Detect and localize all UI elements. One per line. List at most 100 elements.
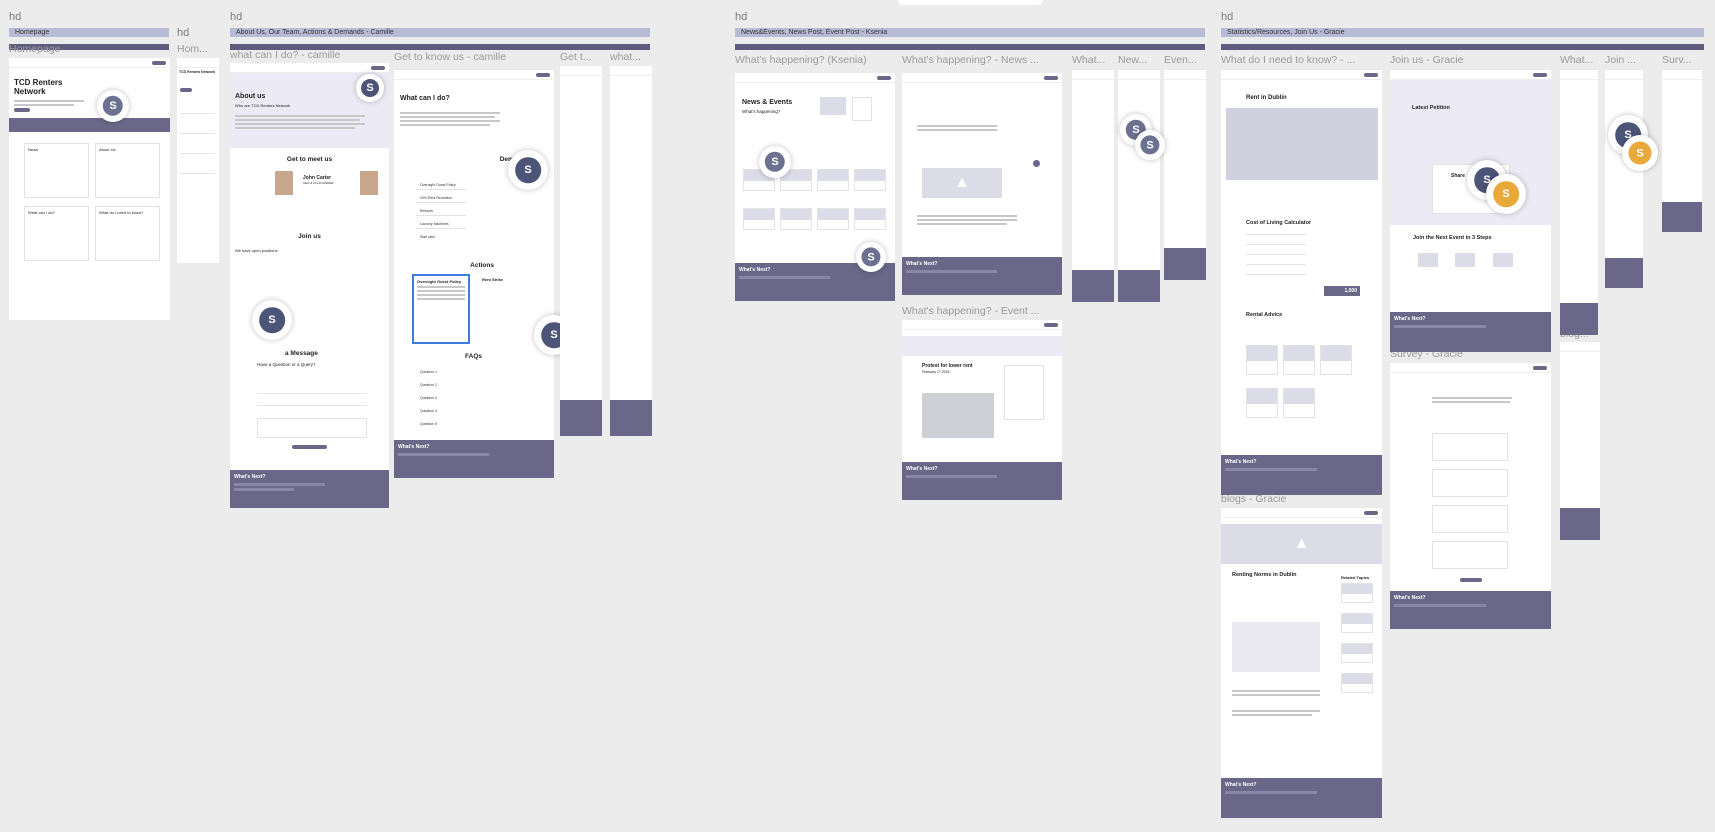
survey-frame[interactable]: What's Next? [1390,363,1551,629]
survey-submit[interactable] [1460,578,1482,582]
about-subtitle: Who are TCD Renters Network [235,103,291,108]
news-subtitle: What's happening? [742,109,781,114]
scroll-dot[interactable] [1033,160,1040,167]
frame-label[interactable]: What's happening? - News ... [902,54,1062,66]
collaborator-avatar[interactable]: S [759,146,791,178]
faq-item[interactable]: Question 5 [420,422,437,426]
action-card-selected[interactable]: Overnight Guest Policy [412,274,470,344]
section-bar-line [1221,44,1704,50]
advice-title: Rental Advice [1246,312,1283,318]
collaborator-avatar[interactable]: S [97,90,129,122]
related-title: Related Topics [1341,575,1370,580]
frame-label[interactable]: What... [1072,54,1112,66]
mobile-frame[interactable] [560,66,602,436]
mobile-frame[interactable] [1605,70,1643,288]
frame-label[interactable]: Surv... [1662,54,1700,66]
event-date: February 17 2024 [922,370,950,374]
mobile-frame[interactable] [610,66,652,436]
card-what-do-i-need[interactable]: What do I need to know? [95,206,160,261]
blog-hero: ▲ [1221,524,1382,564]
news-title: News & Events [742,99,793,106]
action-card[interactable]: Rent Strike [482,277,503,282]
section-bar-homepage[interactable]: Homepage [9,28,169,37]
collaborator-avatar[interactable]: S [252,300,292,340]
know-frame[interactable]: Rent in Dublin Cost of Living Calculator… [1221,70,1382,495]
event-title: Protest for lower rent [922,363,973,369]
section-bar-news[interactable]: News&Events, News Post, Event Post - Kse… [735,28,1205,37]
mobile-frame[interactable] [1164,70,1206,280]
frame-label[interactable]: Hom... [177,43,219,55]
team-photo [275,171,293,195]
frame-label[interactable]: Join us - Gracie [1390,54,1550,66]
mobile-frame[interactable] [1118,70,1160,302]
whatcan-title: What can I do? [400,95,450,102]
frame-label[interactable]: What... [1560,54,1598,66]
collaborator-avatar[interactable]: S [508,150,548,190]
rent-title: Rent in Dublin [1246,95,1287,101]
mobile-frame[interactable] [1662,70,1702,232]
section-bar-resources[interactable]: Statistics/Resources, Join Us - Gracie [1221,28,1704,37]
message-title: a Message [285,350,318,357]
frame-label[interactable]: What's happening? - Event ... [902,305,1062,317]
hero-button[interactable] [14,108,30,112]
collaborator-avatar[interactable]: S [856,242,886,272]
faq-item[interactable]: Question 3 [420,396,437,400]
join-frame[interactable]: Latest Petition Share Join the Next Even… [1390,70,1551,352]
section-tag: hd [177,27,190,39]
latest-title: Latest Petition [1412,105,1450,111]
faq-item[interactable]: Question 4 [420,409,437,413]
about-frame[interactable]: About us Who are TCD Renters Network Get… [230,63,389,508]
homepage-mobile-frame[interactable]: TCD Renters Network [177,58,219,263]
mobile-frame[interactable] [1560,70,1598,335]
event-map[interactable] [922,393,994,438]
frame-label[interactable]: New... [1118,54,1158,66]
nav-bar [9,58,170,68]
nav-button[interactable] [877,75,891,80]
collaborator-avatar[interactable]: S [1486,174,1526,214]
homepage-frame[interactable]: TCD Renters Network News About Us What c… [9,58,170,320]
event-post-frame[interactable]: Protest for lower rent February 17 2024 … [902,320,1062,500]
section-bar-line [735,44,1205,50]
demand-item[interactable]: 20% Rent Reduction [420,196,452,200]
card-about[interactable]: About Us [95,143,160,198]
demand-item[interactable]: Laundry Machines [420,222,449,226]
faqs-title: FAQs [465,353,482,360]
card-news[interactable]: News [24,143,89,198]
frame-label[interactable]: Even... [1164,54,1204,66]
nav-button[interactable] [371,65,385,70]
blog-image [1232,622,1320,672]
card-what-can-i-do[interactable]: What can I do? [24,206,89,261]
canvas-scroll-indicator[interactable] [898,0,1043,5]
about-title: About us [235,93,266,100]
mobile-frame[interactable] [1560,342,1600,540]
demand-item[interactable]: Refunds [420,209,433,213]
news-image [820,97,846,115]
frame-label[interactable]: What's happening? (Ksenia) [735,54,895,66]
collaborator-avatar[interactable]: S [1135,130,1165,160]
frame-label[interactable]: what can I do? - camille [230,49,390,61]
section-bar-about[interactable]: About Us, Our Team, Actions & Demands - … [230,28,650,37]
frame-label[interactable]: Homepage [9,43,69,55]
mobile-frame[interactable] [1072,70,1114,302]
frame-label[interactable]: Get to know us - camille [394,51,554,63]
demand-item[interactable]: Overnight Guest Policy [420,183,456,187]
submit-button[interactable] [292,445,327,449]
news-post-frame[interactable]: ▲ What's Next? [902,73,1062,295]
frame-label[interactable]: Get t... [560,51,602,63]
frame-label[interactable]: what... [610,51,650,63]
section-tag: hd [735,11,748,23]
faq-item[interactable]: Question 1 [420,370,437,374]
collaborator-avatar[interactable]: S [1622,135,1658,171]
blog-frame[interactable]: ▲ Renting Norms in Dublin Related Topics… [1221,508,1382,818]
frame-label[interactable]: Join ... [1605,54,1643,66]
demand-item[interactable]: Staff ratio [420,235,435,239]
collaborator-avatar[interactable]: S [356,74,384,102]
next-title: Join the Next Event in 3 Steps [1413,235,1492,241]
calc-title: Cost of Living Calculator [1246,220,1312,226]
nav-button[interactable] [536,72,550,77]
frame-label[interactable]: What do I need to know? - ... [1221,54,1381,66]
faq-item[interactable]: Question 2 [420,383,437,387]
nav-button[interactable] [152,60,166,65]
what-can-i-do-frame[interactable]: What can I do? Demands Overnight Guest P… [394,70,554,478]
rent-map[interactable] [1226,108,1378,180]
